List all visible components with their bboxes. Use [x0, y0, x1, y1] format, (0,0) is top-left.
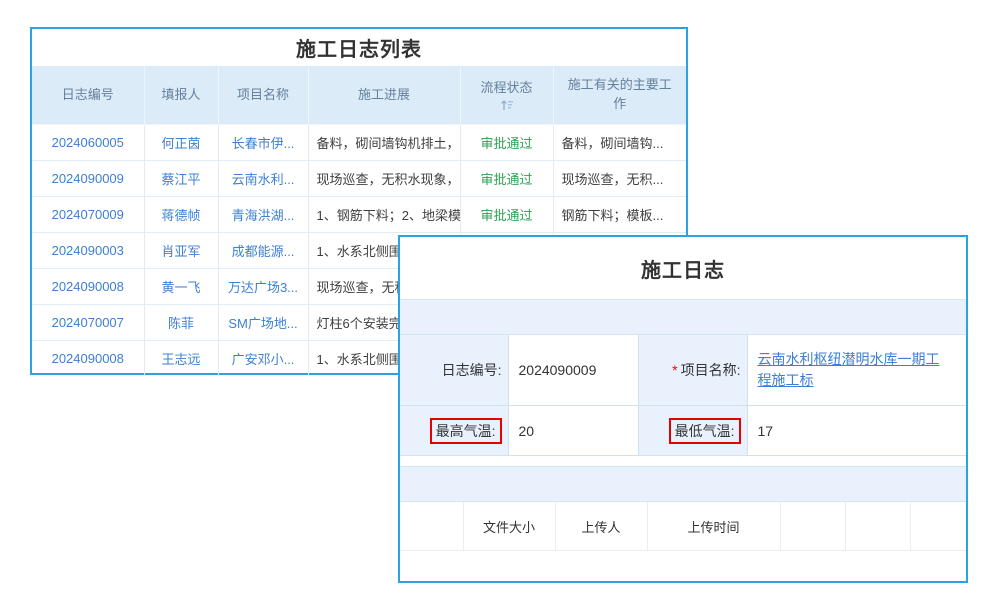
- project-link[interactable]: 长春市伊...: [232, 136, 295, 151]
- log-no-link[interactable]: 2024090009: [52, 171, 124, 186]
- project-link[interactable]: 广安邓小...: [232, 352, 295, 367]
- main-work-cell: 备料，砌间墙钩...: [553, 125, 686, 161]
- project-link[interactable]: 万达广场3...: [228, 280, 298, 295]
- attach-col-empty-4: [910, 502, 966, 551]
- reporter-link[interactable]: 黄一飞: [161, 280, 200, 295]
- status-cell: 审批通过: [460, 125, 553, 161]
- attach-col-upload-time: 上传时间: [647, 502, 780, 551]
- max-temp-label: 最高气温:: [400, 406, 508, 456]
- attach-col-file-size: 文件大小: [463, 502, 555, 551]
- list-panel-title: 施工日志列表: [32, 29, 686, 66]
- reporter-link[interactable]: 蒋德帧: [161, 208, 200, 223]
- table-header-row: 日志编号 填报人 项目名称 施工进展 流程状态 施工有关的主: [32, 66, 686, 125]
- project-link[interactable]: SM广场地...: [228, 316, 297, 331]
- attachment-toolbar-band: [400, 466, 966, 502]
- reporter-link[interactable]: 肖亚军: [161, 244, 200, 259]
- attachment-header-row: 文件大小 上传人 上传时间: [400, 502, 966, 551]
- log-no-link[interactable]: 2024070007: [52, 315, 124, 330]
- col-header-status[interactable]: 流程状态: [460, 66, 553, 125]
- log-no-value: 2024090009: [508, 335, 638, 406]
- attach-col-empty-1: [400, 502, 463, 551]
- min-temp-label: 最低气温:: [638, 406, 747, 456]
- max-temp-highlight-box: 最高气温:: [430, 418, 502, 444]
- required-asterisk: *: [672, 362, 677, 378]
- log-no-link[interactable]: 2024090008: [52, 351, 124, 366]
- col-header-main-work: 施工有关的主要工作: [553, 66, 686, 125]
- status-cell: 审批通过: [460, 161, 553, 197]
- attach-col-empty-2: [780, 502, 845, 551]
- main-work-cell: 钢筋下料；模板...: [553, 197, 686, 233]
- table-row: 2024070009 蒋德帧 青海洪湖... 1、钢筋下料；2、地梁模板... …: [32, 197, 686, 233]
- reporter-link[interactable]: 陈菲: [168, 316, 194, 331]
- log-no-label: 日志编号:: [400, 335, 508, 406]
- col-header-log-no: 日志编号: [32, 66, 144, 125]
- log-no-link[interactable]: 2024060005: [52, 135, 124, 150]
- progress-cell: 1、钢筋下料；2、地梁模板...: [308, 197, 460, 233]
- main-work-cell: 现场巡查，无积...: [553, 161, 686, 197]
- detail-panel-title: 施工日志: [400, 237, 966, 300]
- status-cell: 审批通过: [460, 197, 553, 233]
- progress-cell: 现场巡查，无积水现象，水...: [308, 161, 460, 197]
- col-header-reporter: 填报人: [144, 66, 218, 125]
- col-header-progress: 施工进展: [308, 66, 460, 125]
- col-header-project: 项目名称: [218, 66, 308, 125]
- project-name-link[interactable]: 云南水利枢纽潜明水库一期工程施工标: [758, 351, 940, 388]
- construction-log-detail-panel: 施工日志 日志编号: 2024090009 *项目名称: 云南水利枢纽潜明水库一…: [398, 235, 968, 583]
- min-temp-highlight-box: 最低气温:: [669, 418, 741, 444]
- log-no-link[interactable]: 2024070009: [52, 207, 124, 222]
- attach-col-uploader: 上传人: [555, 502, 647, 551]
- attach-col-empty-3: [845, 502, 910, 551]
- detail-toolbar-band: [400, 300, 966, 335]
- col-header-status-label: 流程状态: [480, 79, 532, 97]
- project-name-label: *项目名称:: [638, 335, 747, 406]
- log-no-link[interactable]: 2024090008: [52, 279, 124, 294]
- detail-form: 日志编号: 2024090009 *项目名称: 云南水利枢纽潜明水库一期工程施工…: [400, 335, 966, 456]
- reporter-link[interactable]: 王志远: [161, 352, 200, 367]
- table-row: 2024060005 何正茵 长春市伊... 备料，砌间墙钩机排土，瓦... 审…: [32, 125, 686, 161]
- progress-cell: 备料，砌间墙钩机排土，瓦...: [308, 125, 460, 161]
- reporter-link[interactable]: 蔡江平: [161, 172, 200, 187]
- sort-amount-icon[interactable]: [500, 99, 514, 111]
- min-temp-value: 17: [747, 406, 966, 456]
- project-link[interactable]: 青海洪湖...: [232, 208, 295, 223]
- attachment-table: 文件大小 上传人 上传时间: [400, 502, 966, 551]
- table-row: 2024090009 蔡江平 云南水利... 现场巡查，无积水现象，水... 审…: [32, 161, 686, 197]
- max-temp-value: 20: [508, 406, 638, 456]
- project-link[interactable]: 云南水利...: [232, 172, 295, 187]
- project-link[interactable]: 成都能源...: [232, 244, 295, 259]
- log-no-link[interactable]: 2024090003: [52, 243, 124, 258]
- project-name-value: 云南水利枢纽潜明水库一期工程施工标: [747, 335, 966, 406]
- reporter-link[interactable]: 何正茵: [161, 136, 200, 151]
